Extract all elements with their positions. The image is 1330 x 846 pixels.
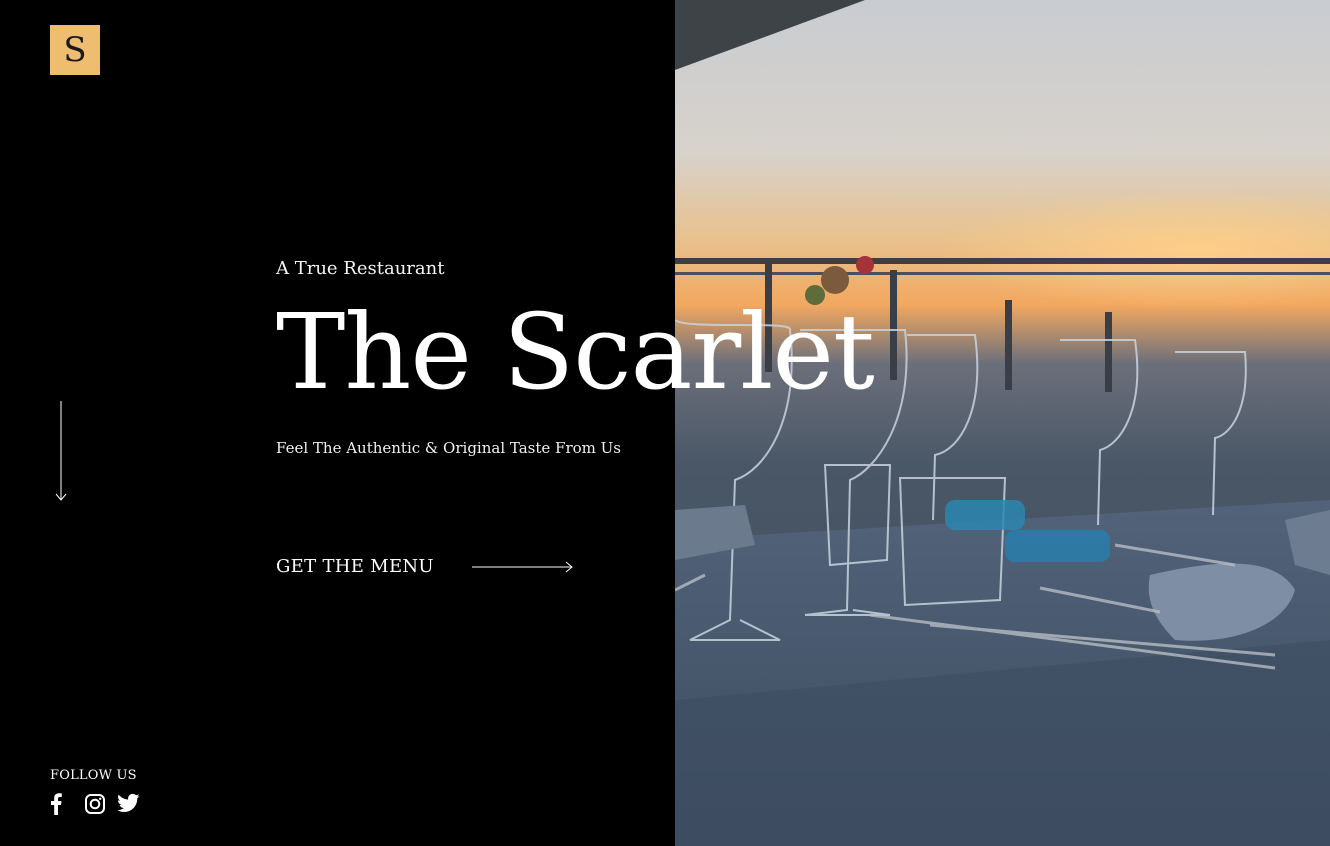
hero-text: A True Restaurant The Scarlet Feel The A… xyxy=(276,255,875,457)
scroll-down-arrow-icon[interactable] xyxy=(54,400,68,502)
facebook-icon[interactable] xyxy=(50,793,72,815)
instagram-icon[interactable] xyxy=(84,793,106,815)
hero-tagline: Feel The Authentic & Original Taste From… xyxy=(276,439,621,457)
arrow-right-icon xyxy=(471,561,573,572)
twitter-icon[interactable] xyxy=(118,793,140,815)
social-links xyxy=(50,793,140,815)
follow-us-label: FOLLOW US xyxy=(50,768,137,783)
get-the-menu-link[interactable]: GET THE MENU xyxy=(276,556,574,577)
get-the-menu-label: GET THE MENU xyxy=(276,556,434,577)
hero-eyebrow: A True Restaurant xyxy=(276,258,445,279)
logo[interactable]: S xyxy=(50,25,100,75)
follow-us-section: FOLLOW US xyxy=(50,768,140,815)
hero-title: The Scarlet xyxy=(276,291,875,413)
